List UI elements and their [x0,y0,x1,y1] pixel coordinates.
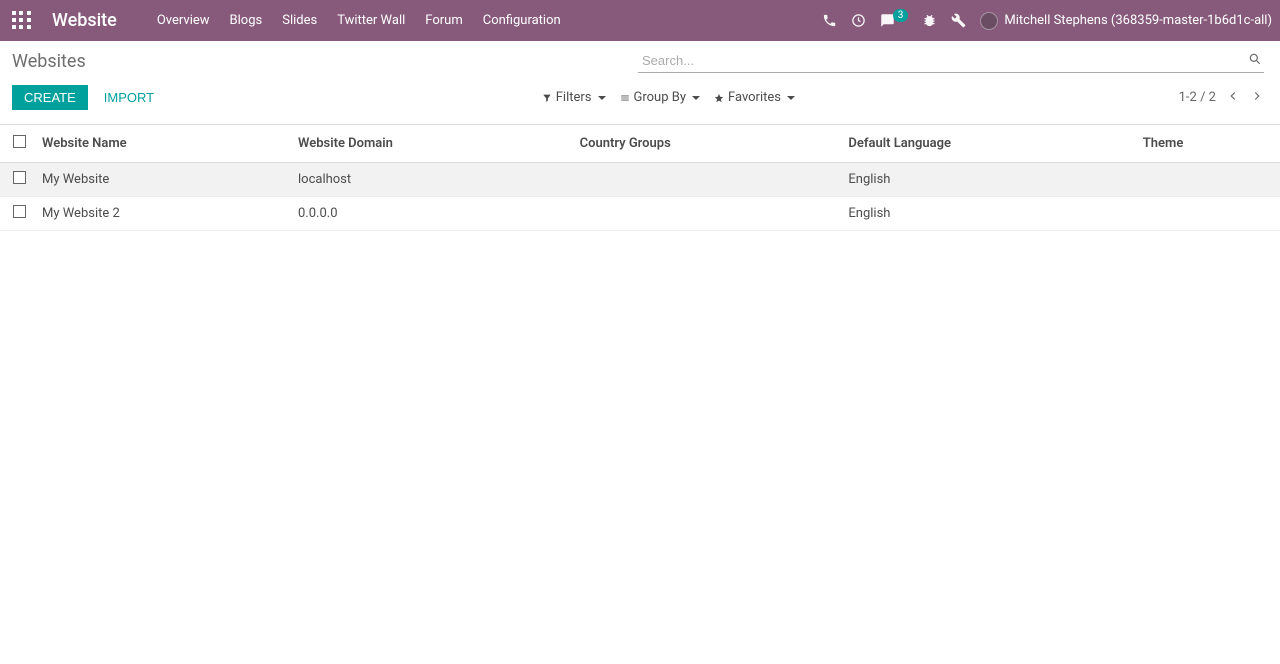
cell-lang: English [840,163,1134,197]
table-header-row: Website Name Website Domain Country Grou… [0,125,1280,163]
cell-domain: 0.0.0.0 [290,197,572,231]
row-checkbox[interactable] [13,205,26,218]
cell-domain: localhost [290,163,572,197]
table-row[interactable]: My Website 2 0.0.0.0 English [0,197,1280,231]
phone-icon[interactable] [822,13,837,28]
import-button[interactable]: IMPORT [100,85,158,110]
col-country-groups[interactable]: Country Groups [572,125,841,163]
messages-button[interactable]: 3 [880,13,909,28]
col-theme[interactable]: Theme [1135,125,1280,163]
nav-twitter-wall[interactable]: Twitter Wall [327,2,415,39]
caret-down-icon [598,96,606,100]
star-icon [714,93,724,103]
col-default-language[interactable]: Default Language [840,125,1134,163]
pager-next[interactable] [1250,89,1264,107]
list-view: Website Name Website Domain Country Grou… [0,124,1280,231]
clock-icon[interactable] [851,13,866,28]
nav-blogs[interactable]: Blogs [220,2,273,39]
nav-slides[interactable]: Slides [272,2,327,39]
nav-menu: Overview Blogs Slides Twitter Wall Forum… [147,2,571,39]
filters-label: Filters [556,90,592,105]
pager: 1-2 / 2 [1179,89,1264,107]
user-menu[interactable]: Mitchell Stephens (368359-master-1b6d1c-… [980,12,1272,30]
tools-icon[interactable] [951,13,966,28]
bug-icon[interactable] [922,13,937,28]
col-website-name[interactable]: Website Name [34,125,290,163]
caret-down-icon [787,96,795,100]
cell-name: My Website [34,163,290,197]
groupby-dropdown[interactable]: Group By [620,90,701,105]
nav-forum[interactable]: Forum [415,2,472,39]
table-row[interactable]: My Website localhost English [0,163,1280,197]
caret-down-icon [692,96,700,100]
col-website-domain[interactable]: Website Domain [290,125,572,163]
cell-theme [1135,197,1280,231]
select-all-checkbox[interactable] [13,135,26,148]
pager-range[interactable]: 1-2 / 2 [1179,90,1216,105]
apps-icon[interactable] [12,11,32,31]
messages-badge: 3 [893,9,909,22]
filter-icon [542,93,552,103]
avatar [980,12,998,30]
search-icon[interactable] [1248,52,1262,66]
cell-name: My Website 2 [34,197,290,231]
filters-dropdown[interactable]: Filters [542,90,606,105]
nav-overview[interactable]: Overview [147,2,220,39]
search-input[interactable] [638,49,1264,73]
brand-title[interactable]: Website [52,10,117,31]
create-button[interactable]: CREATE [12,85,88,110]
nav-configuration[interactable]: Configuration [473,2,571,39]
list-icon [620,93,630,103]
username: Mitchell Stephens (368359-master-1b6d1c-… [1004,13,1272,28]
groupby-label: Group By [634,90,687,105]
cell-theme [1135,163,1280,197]
pager-prev[interactable] [1226,89,1240,107]
favorites-dropdown[interactable]: Favorites [714,90,795,105]
cell-country [572,163,841,197]
control-panel: Websites CREATE IMPORT Filters Group By [0,41,1280,124]
cell-country [572,197,841,231]
favorites-label: Favorites [728,90,781,105]
breadcrumb: Websites [12,51,86,72]
row-checkbox[interactable] [13,171,26,184]
navbar: Website Overview Blogs Slides Twitter Wa… [0,0,1280,41]
cell-lang: English [840,197,1134,231]
